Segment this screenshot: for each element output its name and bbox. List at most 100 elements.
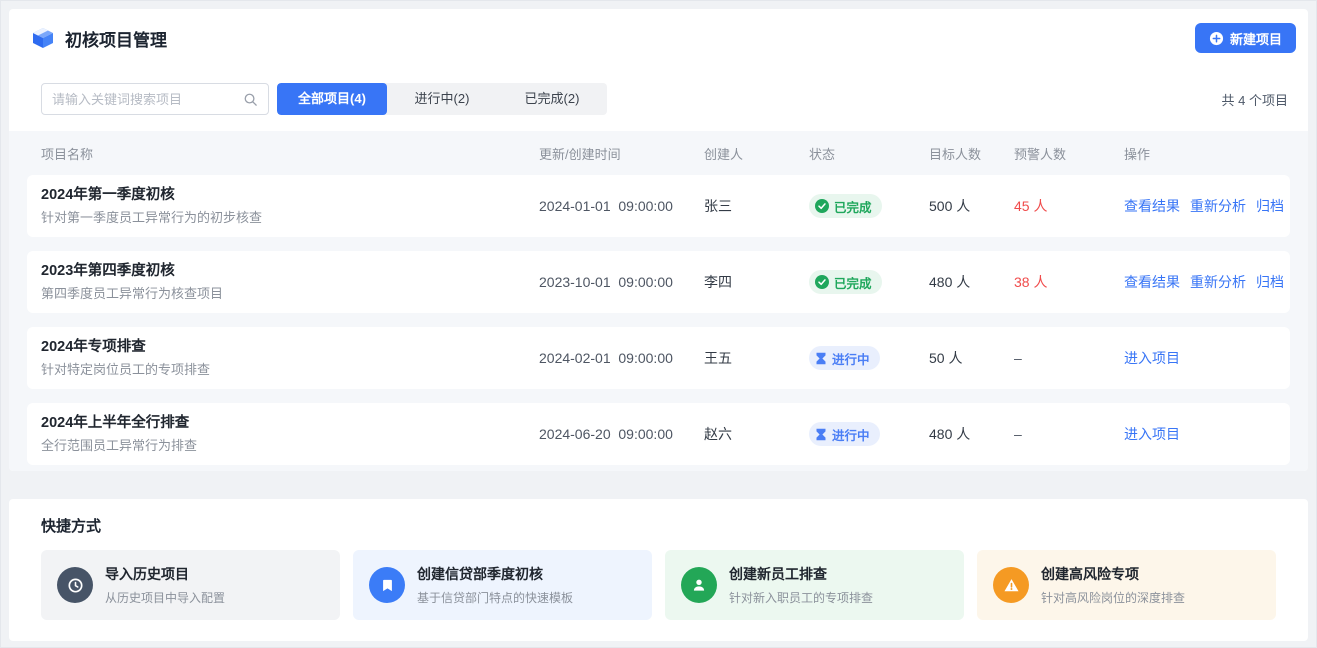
row-actions: 进入项目 [1124,348,1276,368]
project-status-cell: 进行中 [809,346,929,370]
project-description: 第四季度员工异常行为核查项目 [41,286,539,302]
warning-triangle-icon [993,567,1029,603]
archive-link[interactable]: 归档 [1256,196,1284,216]
status-label: 已完成 [834,197,872,216]
enter-project-link[interactable]: 进入项目 [1124,424,1180,444]
col-header-warning: 预警人数 [1014,144,1124,163]
table-row: 2024年第一季度初核 针对第一季度员工异常行为的初步核查 2024-01-01… [27,175,1290,237]
check-circle-icon [815,275,829,289]
target-count: 500 人 [929,196,1014,216]
enter-project-link[interactable]: 进入项目 [1124,348,1180,368]
project-creator: 赵六 [704,424,809,444]
reanalyze-link[interactable]: 重新分析 [1190,272,1246,292]
warning-count: 38 人 [1014,272,1124,292]
project-creator: 李四 [704,272,809,292]
shortcut-title: 创建信贷部季度初核 [417,564,573,584]
project-description: 全行范围员工异常行为排查 [41,438,539,454]
shortcut-description: 针对新入职员工的专项排查 [729,589,873,606]
shortcuts-panel: 快捷方式 导入历史项目 从历史项目中导入配置 创建信贷部季度初核 [9,499,1308,641]
shortcut-text: 导入历史项目 从历史项目中导入配置 [105,564,225,606]
reanalyze-link[interactable]: 重新分析 [1190,196,1246,216]
project-time: 2024-02-01 09:00:00 [539,350,704,366]
shortcut-text: 创建新员工排查 针对新入职员工的专项排查 [729,564,873,606]
row-actions: 进入项目 [1124,424,1276,444]
hourglass-icon [815,352,827,365]
tab-in-progress[interactable]: 进行中(2) [387,83,497,115]
project-description: 针对特定岗位员工的专项排查 [41,362,539,378]
view-results-link[interactable]: 查看结果 [1124,196,1180,216]
target-count: 480 人 [929,424,1014,444]
hourglass-icon [815,428,827,441]
col-header-target: 目标人数 [929,144,1014,163]
warning-count: – [1014,350,1124,366]
status-label: 已完成 [834,273,872,292]
table-row: 2023年第四季度初核 第四季度员工异常行为核查项目 2023-10-01 09… [27,251,1290,313]
table-row: 2024年上半年全行排查 全行范围员工异常行为排查 2024-06-20 09:… [27,403,1290,465]
project-filter-tabs: 全部项目(4) 进行中(2) 已完成(2) [277,83,607,115]
project-description: 针对第一季度员工异常行为的初步核查 [41,210,539,226]
table-header-row: 项目名称 更新/创建时间 创建人 状态 目标人数 预警人数 操作 [27,131,1290,175]
project-name: 2024年上半年全行排查 [41,415,539,432]
status-badge: 已完成 [809,270,882,294]
search-icon[interactable] [243,92,258,107]
warning-count: 45 人 [1014,196,1124,216]
project-status-cell: 已完成 [809,194,929,218]
status-badge: 进行中 [809,346,880,370]
row-actions: 查看结果 重新分析 归档 [1124,272,1276,292]
project-table: 项目名称 更新/创建时间 创建人 状态 目标人数 预警人数 操作 2024年第一… [9,131,1308,471]
row-actions: 查看结果 重新分析 归档 [1124,196,1276,216]
shortcut-description: 针对高风险岗位的深度排查 [1041,589,1185,606]
project-name: 2024年第一季度初核 [41,187,539,204]
shortcut-high-risk[interactable]: 创建高风险专项 针对高风险岗位的深度排查 [977,550,1276,620]
shortcut-description: 基于信贷部门特点的快速模板 [417,589,573,606]
project-name: 2024年专项排查 [41,339,539,356]
project-status-cell: 进行中 [809,422,929,446]
project-name-cell: 2024年专项排查 针对特定岗位员工的专项排查 [41,339,539,378]
project-time: 2024-06-20 09:00:00 [539,426,704,442]
project-creator: 张三 [704,196,809,216]
shortcut-text: 创建高风险专项 针对高风险岗位的深度排查 [1041,564,1185,606]
shortcuts-title: 快捷方式 [41,515,1276,536]
project-time: 2024-01-01 09:00:00 [539,198,704,214]
target-count: 50 人 [929,348,1014,368]
total-count: 共 4 个项目 [1222,90,1288,109]
project-time: 2023-10-01 09:00:00 [539,274,704,290]
status-label: 进行中 [832,425,870,444]
view-results-link[interactable]: 查看结果 [1124,272,1180,292]
tab-all-projects[interactable]: 全部项目(4) [277,83,387,115]
shortcuts-list: 导入历史项目 从历史项目中导入配置 创建信贷部季度初核 基于信贷部门特点的快速模… [41,550,1276,620]
col-header-name: 项目名称 [41,144,539,163]
project-creator: 王五 [704,348,809,368]
project-name-cell: 2024年第一季度初核 针对第一季度员工异常行为的初步核查 [41,187,539,226]
col-header-actions: 操作 [1124,144,1276,163]
search-input[interactable] [52,92,243,107]
shortcut-credit-quarterly[interactable]: 创建信贷部季度初核 基于信贷部门特点的快速模板 [353,550,652,620]
col-header-status: 状态 [809,144,929,163]
shortcut-new-employee[interactable]: 创建新员工排查 针对新入职员工的专项排查 [665,550,964,620]
plus-circle-icon [1209,31,1224,46]
search-box [41,83,269,115]
shortcut-text: 创建信贷部季度初核 基于信贷部门特点的快速模板 [417,564,573,606]
project-status-cell: 已完成 [809,270,929,294]
warning-count: – [1014,426,1124,442]
table-row: 2024年专项排查 针对特定岗位员工的专项排查 2024-02-01 09:00… [27,327,1290,389]
target-count: 480 人 [929,272,1014,292]
project-name: 2023年第四季度初核 [41,263,539,280]
shortcut-title: 创建新员工排查 [729,564,873,584]
status-badge: 已完成 [809,194,882,218]
user-icon [681,567,717,603]
bookmark-icon [369,567,405,603]
new-project-button[interactable]: 新建项目 [1195,23,1296,53]
shortcut-import-history[interactable]: 导入历史项目 从历史项目中导入配置 [41,550,340,620]
status-label: 进行中 [832,349,870,368]
main-panel: 初核项目管理 新建项目 全部项目(4) 进行中(2) [9,9,1308,471]
tab-completed[interactable]: 已完成(2) [497,83,607,115]
filter-bar: 全部项目(4) 进行中(2) 已完成(2) 共 4 个项目 [9,67,1308,131]
archive-link[interactable]: 归档 [1256,272,1284,292]
check-circle-icon [815,199,829,213]
col-header-creator: 创建人 [704,144,809,163]
project-name-cell: 2023年第四季度初核 第四季度员工异常行为核查项目 [41,263,539,302]
cube-logo-icon [31,26,55,50]
shortcut-title: 导入历史项目 [105,564,225,584]
shortcut-description: 从历史项目中导入配置 [105,589,225,606]
